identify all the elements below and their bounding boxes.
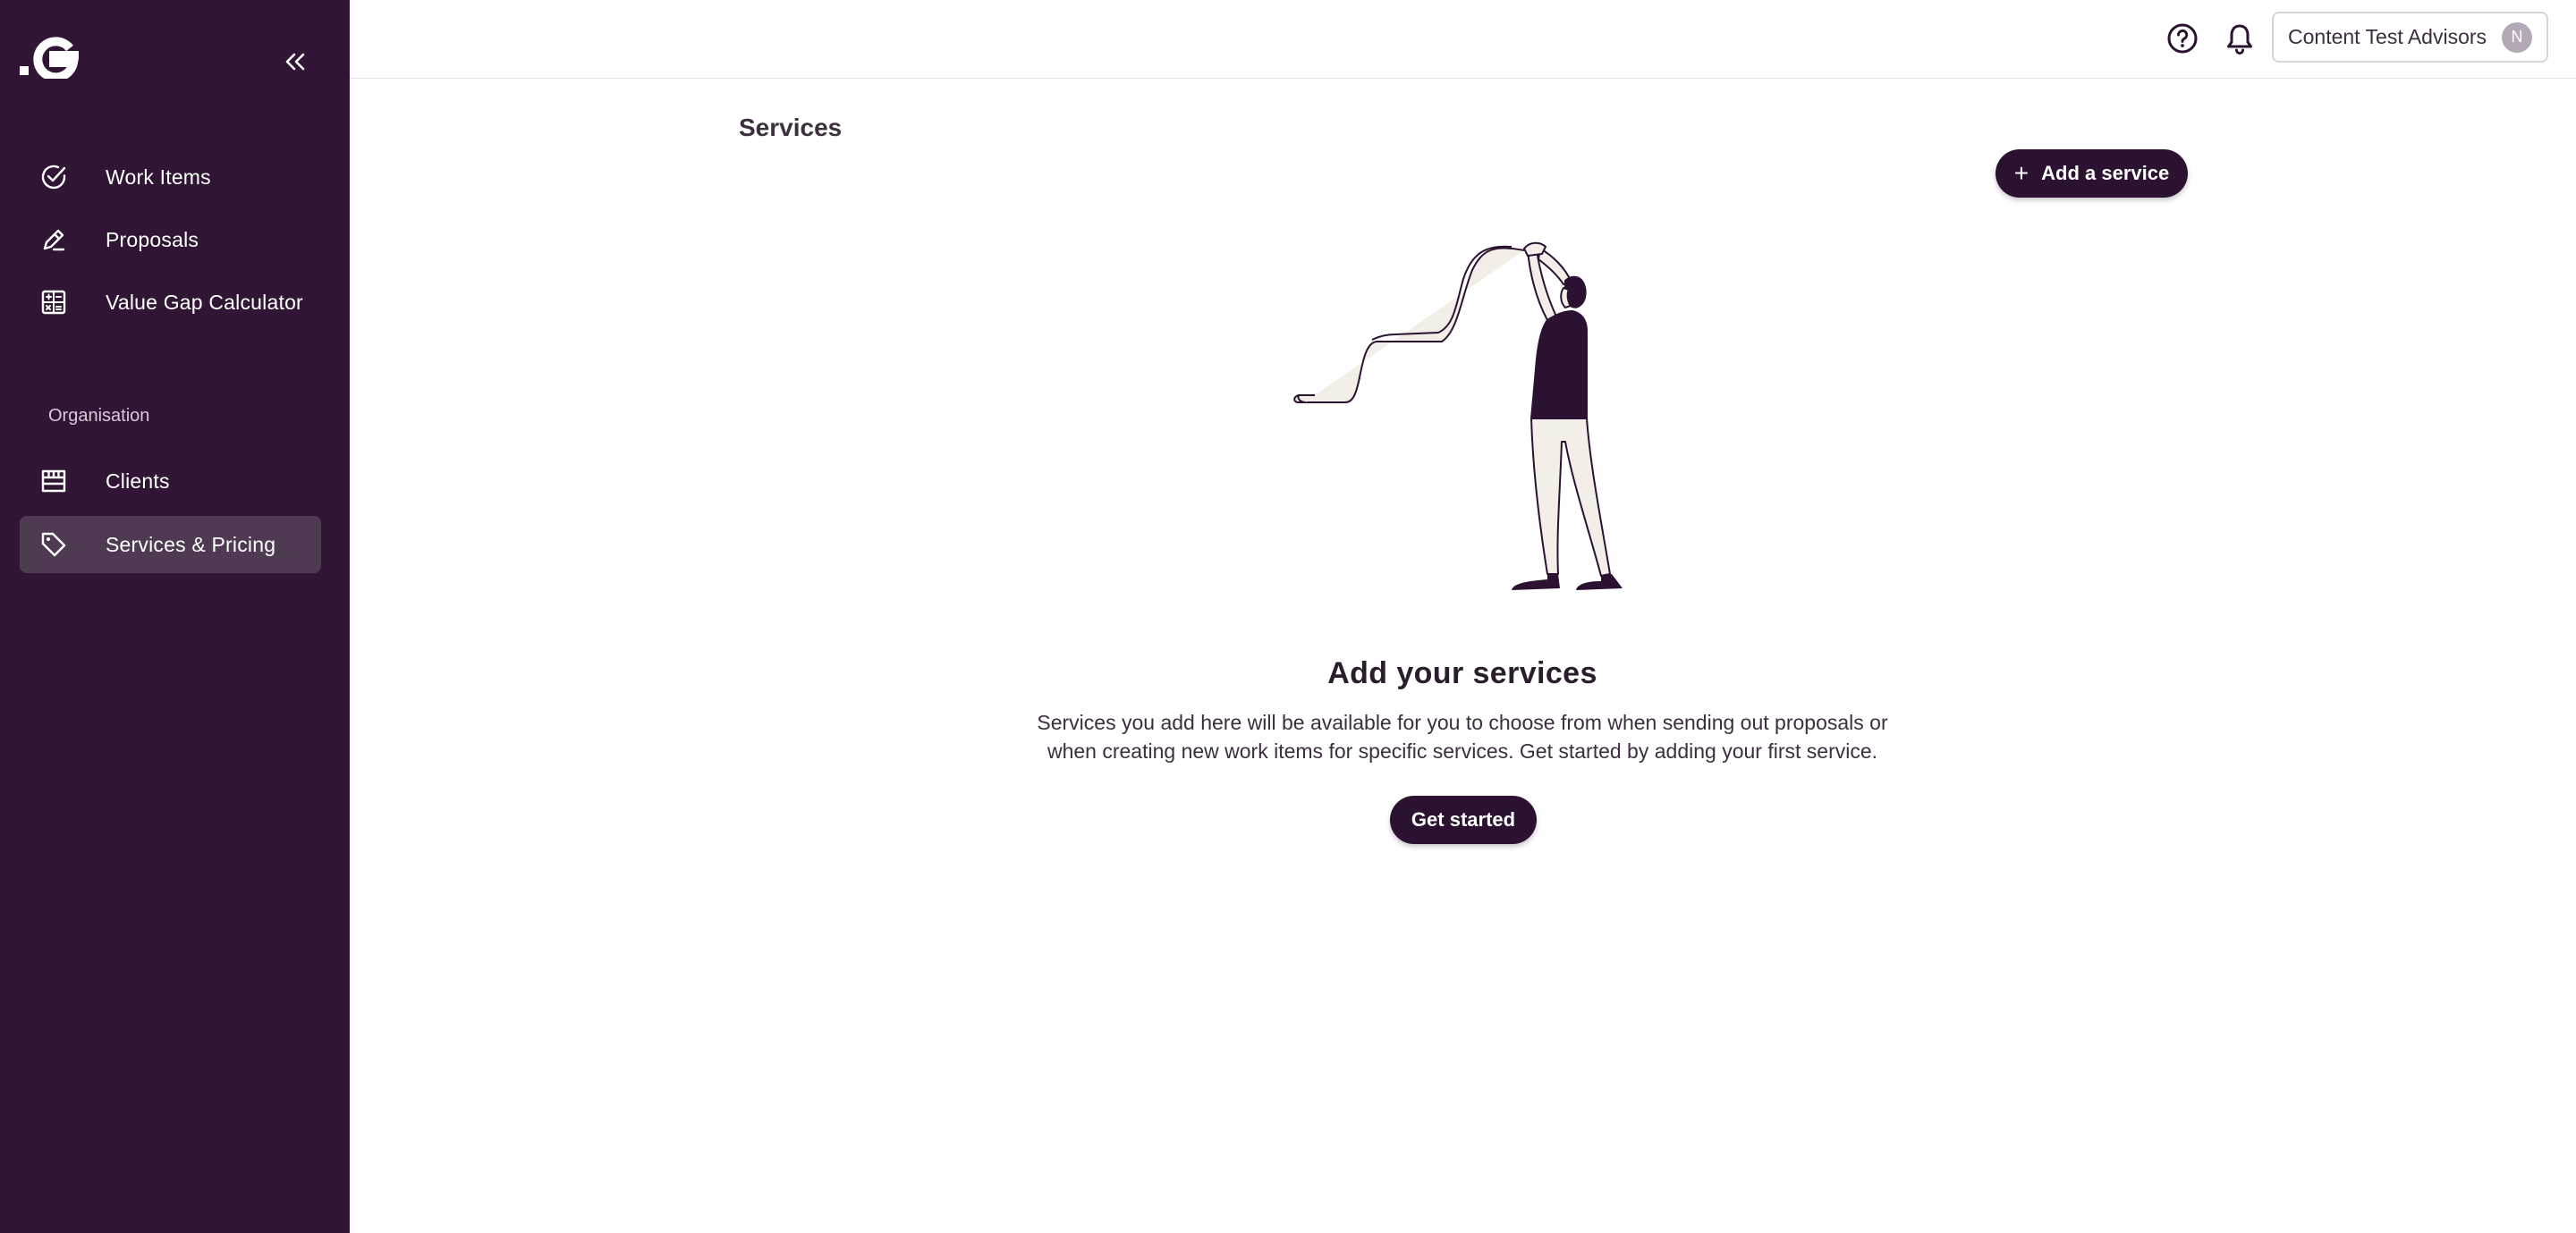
- top-bar: [350, 0, 2576, 79]
- page-title: Services: [739, 114, 843, 141]
- bell-icon[interactable]: [2223, 21, 2257, 55]
- sidebar-item-label: Work Items: [106, 165, 211, 189]
- double-chevron-left-icon: [284, 52, 307, 76]
- sidebar-item-label: Services & Pricing: [106, 532, 276, 556]
- sidebar-item-work-items[interactable]: Work Items: [20, 148, 321, 206]
- organisation-name: Content Test Advisors: [2288, 25, 2487, 48]
- add-service-label: Add a service: [2041, 162, 2170, 184]
- organisation-switcher[interactable]: Content Test Advisors N: [2272, 12, 2548, 63]
- section-title-organisation: Organisation: [48, 406, 150, 426]
- empty-state-illustration: [1288, 234, 1628, 603]
- calculator-icon: [39, 288, 68, 317]
- plus-icon: +: [2013, 159, 2029, 187]
- empty-state-title: Add your services: [1327, 656, 1597, 690]
- sidebar-item-label: Proposals: [106, 227, 199, 251]
- sidebar-item-proposals[interactable]: Proposals: [20, 211, 321, 268]
- sidebar-item-clients[interactable]: Clients: [20, 452, 321, 510]
- tag-icon: [39, 530, 68, 559]
- sidebar: Work Items Proposals Value Gap Calculato…: [0, 0, 350, 1233]
- empty-state-description: Services you add here will be available …: [1037, 711, 1888, 763]
- store-icon: [39, 467, 68, 495]
- logo[interactable]: [18, 36, 80, 82]
- sidebar-item-value-gap-calculator[interactable]: Value Gap Calculator: [20, 274, 321, 331]
- get-started-button[interactable]: Get started: [1390, 796, 1537, 844]
- pen-icon: [39, 225, 68, 254]
- help-circle-icon[interactable]: [2165, 21, 2199, 55]
- sidebar-item-services-pricing[interactable]: Services & Pricing: [20, 516, 321, 573]
- add-service-button[interactable]: + Add a service: [1996, 149, 2188, 198]
- avatar: N: [2502, 21, 2532, 53]
- sidebar-item-label: Clients: [106, 469, 170, 493]
- check-circle-icon: [39, 163, 68, 191]
- sidebar-item-label: Value Gap Calculator: [106, 290, 303, 314]
- collapse-sidebar-button[interactable]: [279, 50, 311, 77]
